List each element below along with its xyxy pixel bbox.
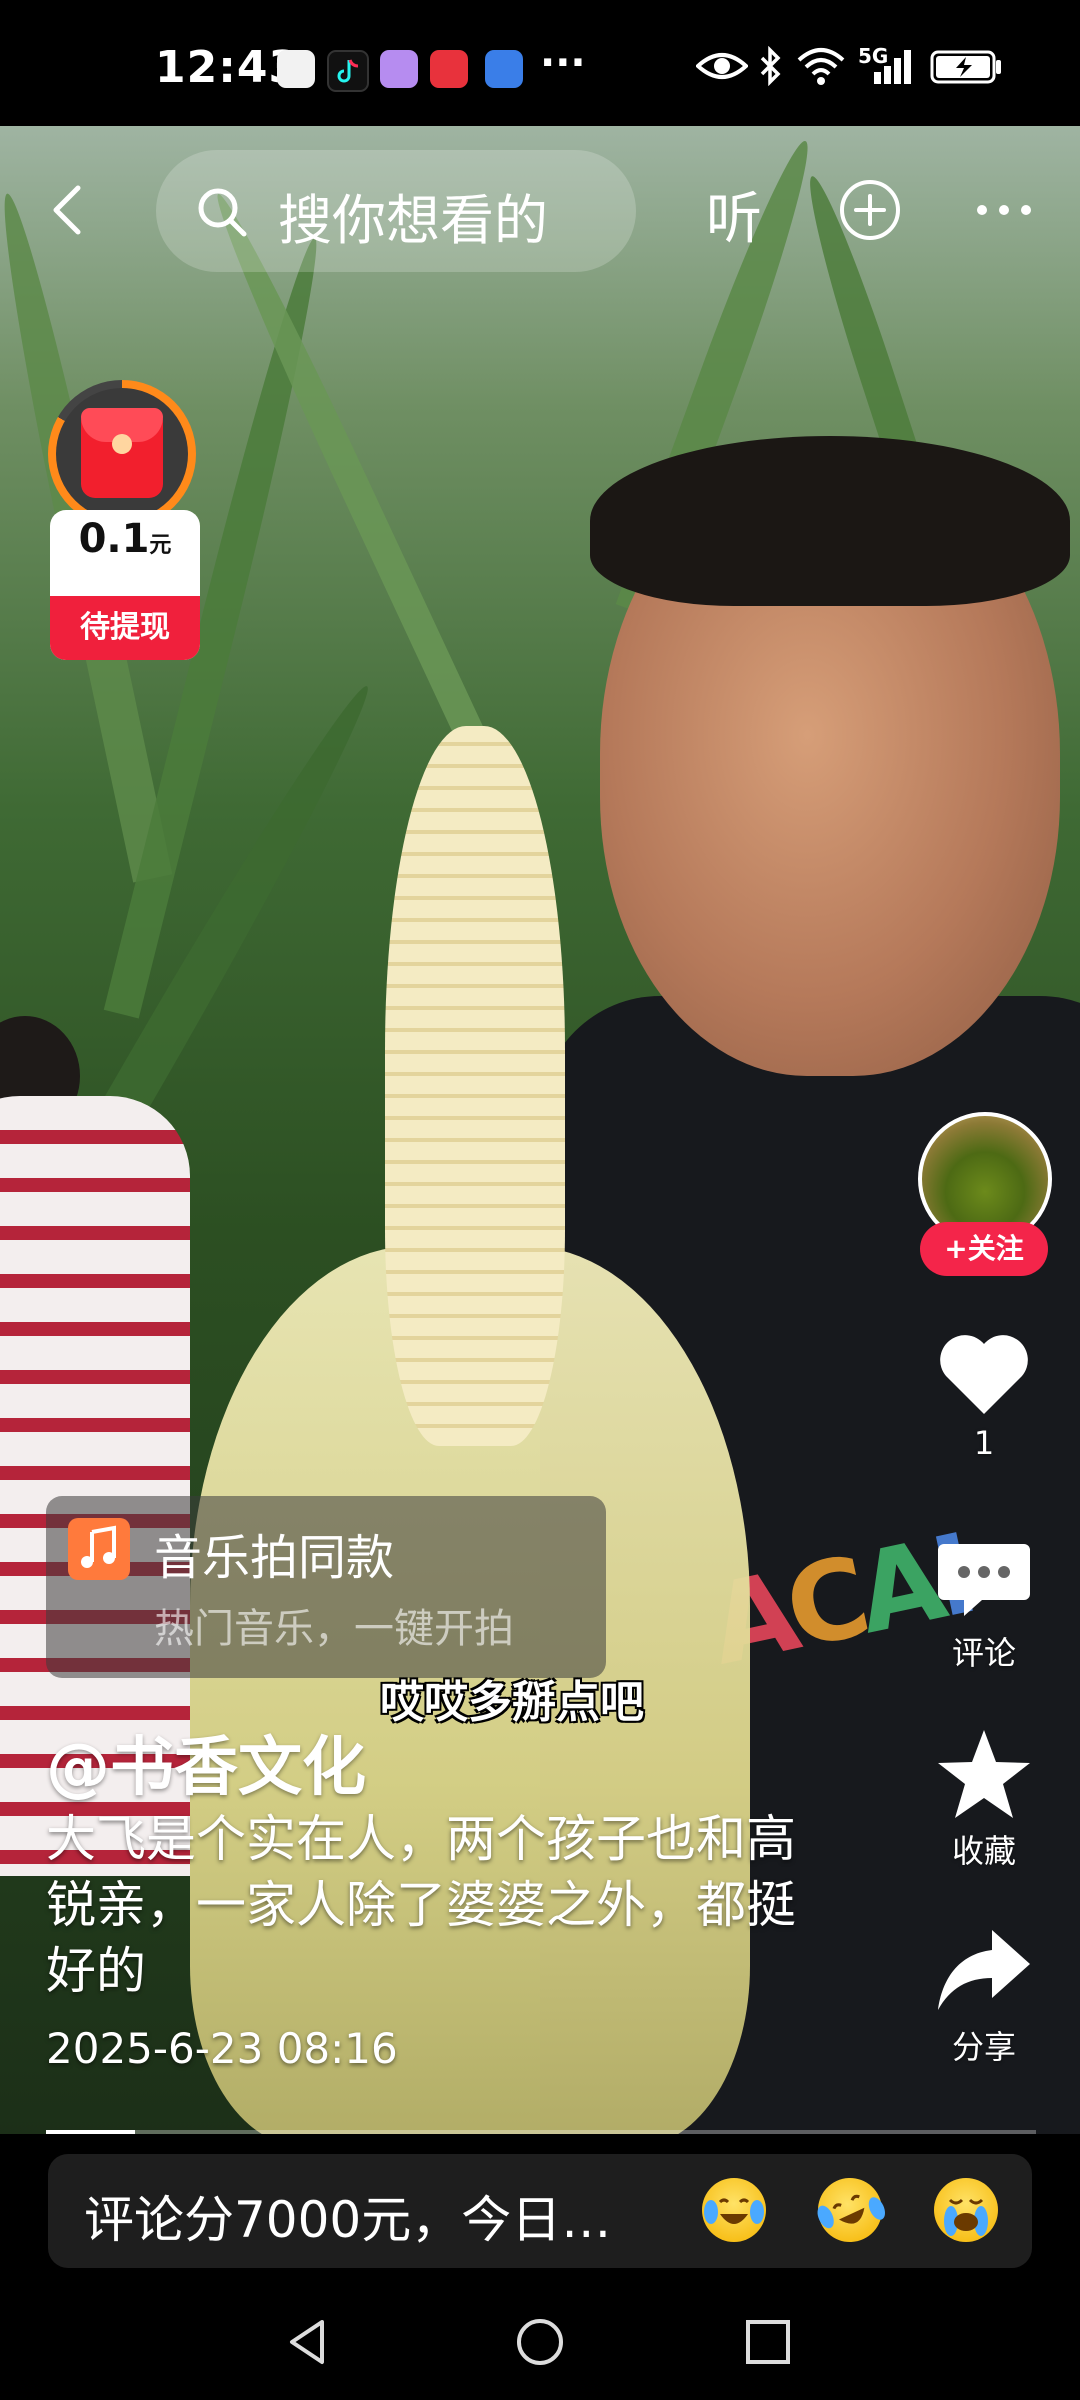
search-icon: [198, 188, 247, 237]
huawei-app-icon: [277, 50, 315, 88]
crying-laugh-emoji[interactable]: [702, 2178, 766, 2242]
music-card-subtitle: 热门音乐，一键开拍: [154, 1606, 514, 1652]
corn-cob: [385, 726, 565, 1446]
comment-action[interactable]: 评论: [918, 1534, 1050, 1674]
video-progress-fill: [46, 2130, 136, 2134]
nav-back-icon[interactable]: [282, 2316, 334, 2368]
crying-emoji[interactable]: [934, 2178, 998, 2242]
game-app-icon: [485, 50, 523, 88]
comment-bubble-icon: [938, 1544, 1030, 1616]
video-progress-bar[interactable]: [46, 2130, 1036, 2134]
status-bar: 12:43 ··· 5G: [0, 0, 1080, 126]
tiktok-icon: [327, 50, 369, 92]
share-action[interactable]: 分享: [918, 1922, 1050, 2068]
favorite-action[interactable]: 收藏: [918, 1726, 1050, 1872]
back-arrow-icon[interactable]: [40, 180, 100, 240]
more-notifications-icon: ···: [540, 40, 586, 86]
rolling-laugh-emoji[interactable]: [807, 2167, 893, 2253]
heart-icon: [940, 1335, 1028, 1414]
red-app-icon: [430, 50, 468, 88]
author-name[interactable]: @书香文化: [46, 1716, 366, 1808]
signal-icon: [874, 50, 911, 84]
follow-button[interactable]: +关注: [920, 1222, 1048, 1276]
comment-prompt: 评论分7000元，今日…: [84, 2191, 612, 2249]
more-dots-icon[interactable]: [972, 178, 1036, 242]
comment-label: 评论: [951, 1634, 1016, 1672]
music-card-title: 音乐拍同款: [154, 1530, 395, 1586]
nav-recents-icon[interactable]: [742, 2316, 794, 2368]
search-placeholder: 搜你想看的: [278, 189, 548, 252]
share-label: 分享: [951, 2028, 1016, 2066]
music-note-icon: [68, 1518, 130, 1580]
add-circle-icon[interactable]: [838, 178, 902, 242]
nav-home-icon[interactable]: [514, 2316, 566, 2368]
red-packet-amount: 0.1元: [78, 516, 172, 562]
comment-input-bar[interactable]: 评论分7000元，今日…: [48, 2154, 1032, 2268]
video-caption: 大飞是个实在人，两个孩子也和高锐亲，一家人除了婆婆之外，都挺好的: [46, 1810, 796, 2000]
system-nav-bar: [0, 2284, 1080, 2400]
eye-icon: [696, 53, 748, 79]
red-packet-widget[interactable]: 0.1元 待提现: [48, 380, 208, 660]
like-action[interactable]: 1: [918, 1330, 1050, 1462]
wifi-icon: [797, 48, 845, 85]
like-count: 1: [973, 1424, 995, 1462]
music-template-card[interactable]: 音乐拍同款 热门音乐，一键开拍: [46, 1496, 606, 1678]
listen-button[interactable]: 听: [706, 174, 762, 255]
red-packet-label: 待提现: [50, 596, 200, 660]
top-bar: 搜你想看的 听: [0, 126, 1080, 286]
star-icon: [938, 1730, 1030, 1818]
battery-icon: [930, 50, 1001, 84]
bluetooth-icon: [760, 46, 781, 86]
app-icon: [380, 50, 418, 88]
video-subtitle: 哎哎多掰点吧: [380, 1677, 644, 1728]
search-bar[interactable]: 搜你想看的: [156, 150, 636, 272]
favorite-label: 收藏: [951, 1832, 1016, 1870]
video-date: 2025-6-23 08:16: [46, 2024, 398, 2073]
share-arrow-icon: [938, 1930, 1030, 2010]
